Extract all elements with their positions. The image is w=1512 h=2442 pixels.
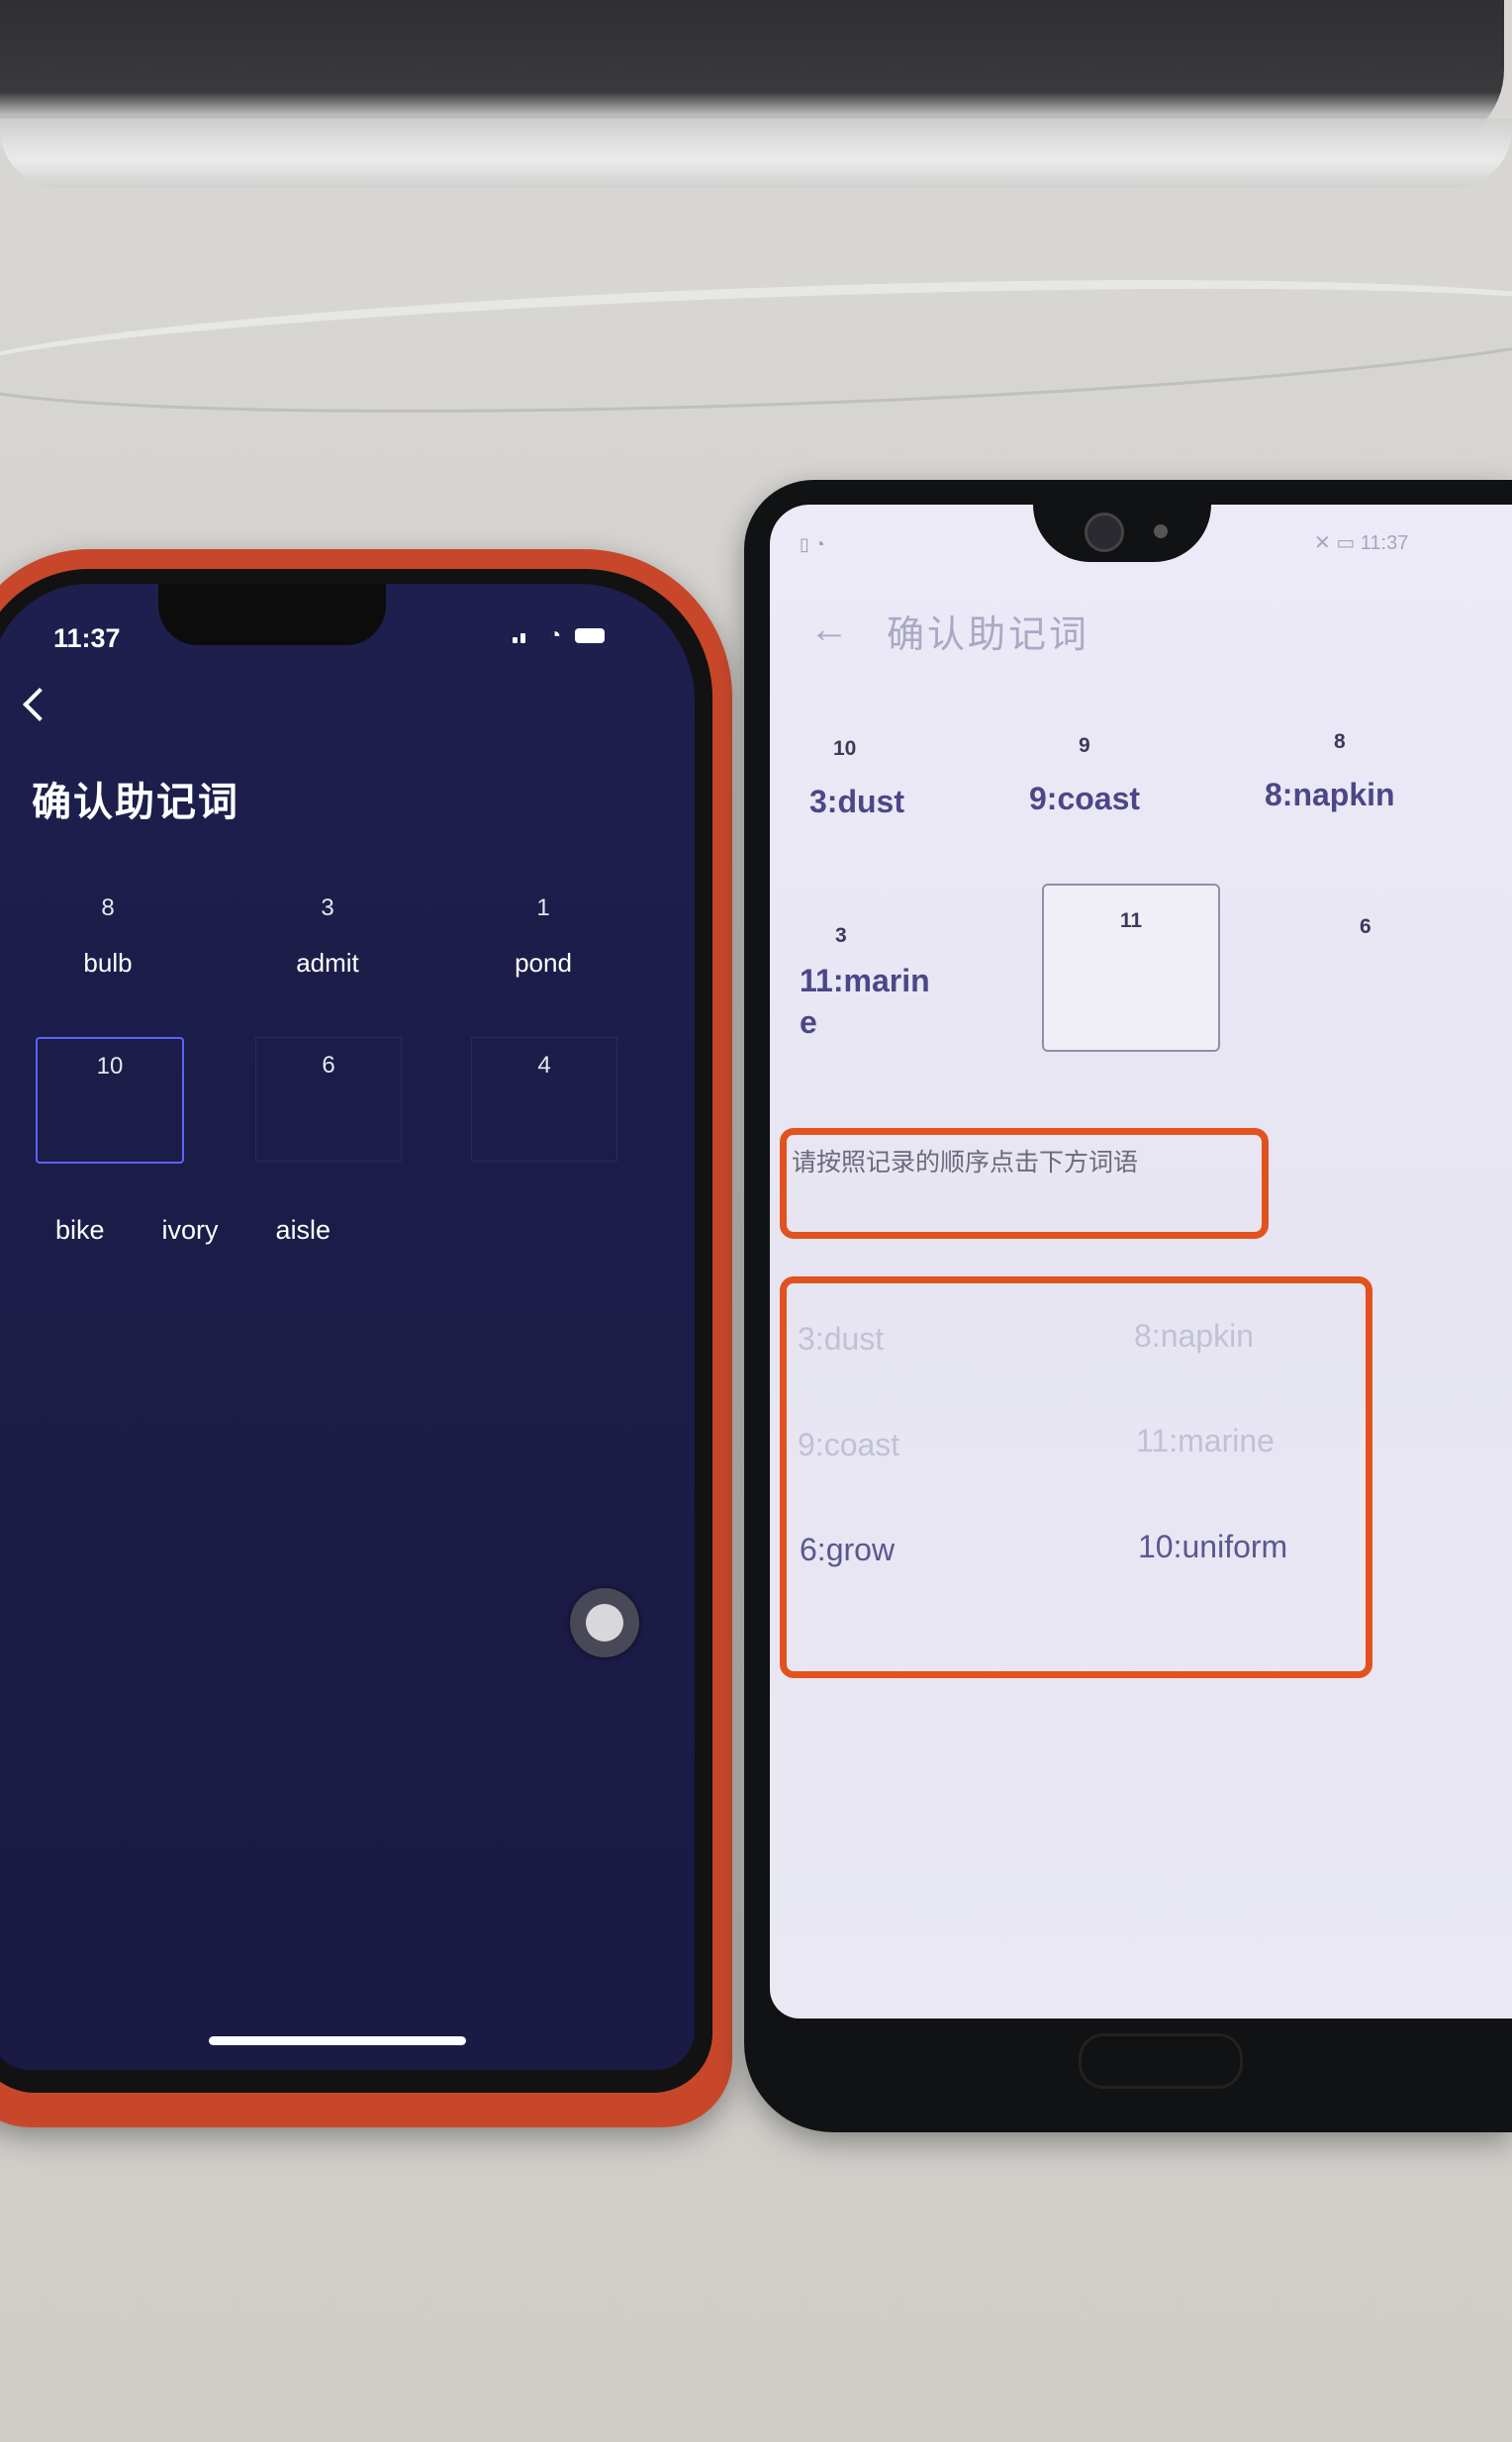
slot-word: 8:napkin	[1265, 777, 1395, 812]
wifi-icon: ◔	[548, 622, 562, 647]
slot-number: 8	[101, 894, 115, 921]
mnemonic-slot[interactable]: 3 11:marin e	[800, 924, 948, 1043]
slot-number: 9	[1079, 734, 1090, 757]
status-icons-left: ▯ ◔	[800, 534, 825, 554]
slot-number: 3	[835, 924, 847, 947]
slot-word: pond	[515, 948, 572, 978]
slot-word: 3:dust	[809, 784, 904, 819]
notch	[1033, 505, 1211, 562]
slot-number: 3	[321, 894, 334, 921]
mnemonic-slot[interactable]: 1 pond	[471, 881, 615, 1003]
back-chevron-icon[interactable]	[23, 688, 56, 721]
laptop-lip	[0, 119, 1512, 188]
battery-icon	[575, 627, 606, 643]
slot-number: 4	[537, 1052, 551, 1079]
mnemonic-slot-active[interactable]: 11	[1042, 884, 1220, 1052]
mnemonic-slot[interactable]: 8 bulb	[36, 881, 180, 1003]
slot-number: 8	[1334, 730, 1346, 753]
front-camera-icon	[1085, 513, 1124, 552]
slot-number: 6	[322, 1052, 335, 1079]
back-arrow-icon[interactable]: ←	[809, 608, 849, 652]
sensor-icon	[1154, 524, 1168, 538]
mnemonic-slot[interactable]: 6	[255, 1037, 402, 1162]
home-indicator[interactable]	[209, 2036, 466, 2045]
mnemonic-slot[interactable]: 6	[1360, 915, 1419, 939]
mnemonic-slot-active[interactable]: 10	[36, 1037, 184, 1164]
word-options: bike ivory aisle	[55, 1215, 331, 1246]
slot-number: 10	[96, 1053, 124, 1080]
status-time: 11:37	[53, 623, 121, 653]
mnemonic-slot[interactable]: 4	[471, 1037, 617, 1162]
page-title: 确认助记词	[887, 614, 1090, 656]
mnemonic-slot[interactable]: 10 3:dust	[809, 737, 997, 822]
slot-word: 11:marin e	[800, 963, 930, 1040]
status-icons: ◔	[513, 622, 606, 647]
page-title: 确认助记词	[32, 781, 239, 824]
right-phone-screen: ▯ ◔ ✕ ▭ 11:37 ← 确认助记词 10 3:dust 9 9:coas…	[770, 505, 1512, 2019]
slot-word: bulb	[83, 948, 133, 978]
slot-number: 1	[536, 894, 550, 921]
photo-scene: 11:37 ◔ 确认助记词 8 bulb 3 admit 1 pond 10 6…	[0, 0, 1512, 2442]
mnemonic-slot[interactable]: 3 admit	[255, 881, 400, 1003]
slot-number: 11	[1119, 909, 1143, 932]
status-time: ✕ ▭ 11:37	[1314, 532, 1409, 554]
annotation-box-hint	[780, 1128, 1269, 1239]
slot-word: 9:coast	[1029, 781, 1141, 816]
mnemonic-slot[interactable]: 9 9:coast	[1029, 734, 1217, 819]
annotation-box-options	[780, 1276, 1372, 1678]
assistive-touch-button[interactable]	[570, 1588, 639, 1657]
slot-number: 10	[833, 737, 857, 760]
word-option-button[interactable]: bike	[55, 1215, 105, 1246]
word-option-button[interactable]: aisle	[276, 1215, 331, 1246]
notch	[158, 584, 386, 645]
home-button[interactable]	[1079, 2033, 1243, 2089]
slot-number: 6	[1360, 915, 1371, 938]
mnemonic-slot[interactable]: 8 8:napkin	[1265, 730, 1453, 815]
left-phone-screen: 11:37 ◔ 确认助记词 8 bulb 3 admit 1 pond 10 6…	[0, 584, 695, 2070]
charging-cable	[0, 257, 1512, 435]
slot-word: admit	[296, 948, 359, 978]
signal-icon	[513, 627, 534, 643]
word-option-button[interactable]: ivory	[162, 1215, 219, 1246]
